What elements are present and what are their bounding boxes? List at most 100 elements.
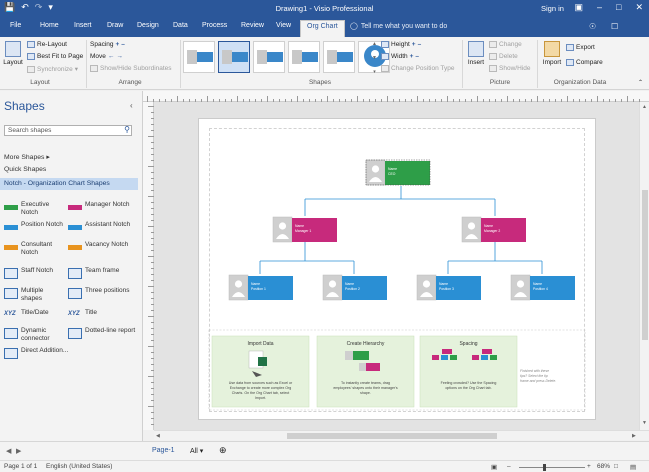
best-fit-button[interactable]: Best Fit to Page (27, 53, 83, 60)
position-node[interactable]: NamePosition 3 (416, 274, 481, 301)
stencil-master[interactable]: Executive Notch (4, 201, 66, 217)
stencil-master[interactable]: Direct Addition... (4, 347, 74, 359)
stencil-master[interactable]: Dotted-line report (68, 327, 138, 339)
fit-page-icon[interactable]: □ (614, 463, 618, 470)
stencil-master[interactable]: XYZ Title (68, 309, 138, 321)
stencil-master[interactable]: Vacancy Notch (68, 241, 138, 253)
gallery-more-icon[interactable]: ▾ (373, 69, 376, 75)
page-tab-all[interactable]: All ▾ (190, 447, 203, 455)
maximize-icon[interactable]: □ (616, 2, 621, 13)
re-layout-button[interactable]: Re-Layout (27, 41, 67, 48)
tab-data[interactable]: Data (173, 22, 188, 29)
insert-picture-button[interactable]: Insert (466, 41, 486, 66)
manager-node[interactable]: NameManager 1 (272, 216, 337, 243)
tell-me-box[interactable]: ◯ Tell me what you want to do (350, 22, 447, 30)
executive-node[interactable]: NameCEO (365, 159, 431, 186)
shape-style-1[interactable] (183, 41, 215, 73)
move-right-icon[interactable]: → (116, 53, 123, 60)
search-shapes-input[interactable]: Search shapes ⚲ (4, 125, 132, 136)
status-language[interactable]: English (United States) (46, 463, 112, 470)
stencil-master[interactable]: Position Notch (4, 221, 66, 233)
zoom-level[interactable]: 68% (597, 463, 610, 470)
gallery-up-icon[interactable]: ▲ (372, 41, 377, 47)
change-position-type-button[interactable]: Change Position Type (381, 65, 454, 72)
spacing-increase-icon[interactable]: + (116, 41, 120, 48)
first-page-icon[interactable]: ◀ (6, 447, 11, 455)
tab-home[interactable]: Home (40, 22, 59, 29)
stencil-master[interactable]: Manager Notch (68, 201, 138, 213)
horizontal-scroll-thumb[interactable] (287, 433, 497, 439)
compare-button[interactable]: Compare (566, 59, 603, 66)
zoom-in-icon[interactable]: + (587, 463, 591, 470)
tab-org-chart[interactable]: Org Chart (300, 20, 345, 37)
vertical-scroll-thumb[interactable] (642, 190, 648, 340)
collapse-pane-icon[interactable]: ‹ (130, 101, 133, 110)
height-decrease-icon[interactable]: – (418, 41, 422, 48)
gallery-scroll[interactable]: ▲ ▼ ▾ (371, 41, 378, 75)
stencil-master[interactable]: Three positions (68, 287, 138, 299)
manager-node[interactable]: NameManager 2 (461, 216, 526, 243)
scroll-right-icon[interactable]: ▶ (632, 433, 636, 439)
stencil-master[interactable]: XYZ Title/Date (4, 309, 66, 321)
stencil-master[interactable]: Multiple shapes (4, 287, 66, 303)
spacing-decrease-icon[interactable]: – (121, 41, 125, 48)
tab-design[interactable]: Design (137, 22, 159, 29)
tab-insert[interactable]: Insert (74, 22, 92, 29)
gallery-down-icon[interactable]: ▼ (372, 55, 377, 61)
width-increase-icon[interactable]: + (410, 53, 414, 60)
shape-style-4[interactable] (288, 41, 320, 73)
zoom-out-icon[interactable]: – (507, 463, 511, 470)
export-button[interactable]: Export (566, 44, 595, 51)
delete-picture-button[interactable]: Delete (489, 53, 518, 60)
stencil-master[interactable]: Dynamic connector (4, 327, 66, 343)
zoom-slider[interactable] (519, 467, 585, 468)
vertical-scrollbar[interactable]: ▲ ▼ (639, 102, 649, 430)
move-left-icon[interactable]: ← (108, 53, 115, 60)
tab-review[interactable]: Review (241, 22, 264, 29)
quick-shapes-link[interactable]: Quick Shapes (4, 166, 46, 173)
stencil-org-chart[interactable]: Notch - Organization Chart Shapes (0, 178, 138, 190)
add-page-icon[interactable]: ⊕ (219, 445, 227, 456)
scroll-left-icon[interactable]: ◀ (156, 433, 160, 439)
tab-file[interactable]: File (10, 22, 21, 29)
horizontal-scrollbar[interactable]: ◀ ▶ (154, 430, 649, 440)
comments-icon[interactable]: ☐ (611, 22, 618, 31)
show-hide-picture-button[interactable]: Show/Hide (489, 65, 530, 72)
change-picture-button[interactable]: Change (489, 41, 522, 48)
scroll-down-icon[interactable]: ▼ (642, 420, 647, 426)
shape-style-3[interactable] (253, 41, 285, 73)
sign-in-link[interactable]: Sign in (541, 4, 564, 13)
more-shapes-link[interactable]: More Shapes ▸ (4, 153, 50, 161)
status-page[interactable]: Page 1 of 1 (4, 463, 37, 470)
collapse-ribbon-icon[interactable]: ⌃ (638, 79, 643, 86)
shape-style-5[interactable] (323, 41, 355, 73)
import-button[interactable]: Import (541, 41, 563, 66)
tab-draw[interactable]: Draw (107, 22, 123, 29)
position-node[interactable]: NamePosition 2 (322, 274, 387, 301)
minimize-icon[interactable]: – (597, 2, 602, 13)
share-icon[interactable]: ☉ (589, 22, 596, 31)
height-increase-icon[interactable]: + (412, 41, 416, 48)
search-icon[interactable]: ⚲ (124, 125, 130, 134)
drawing-page[interactable]: Name CEO Name Manager 1 Name Manager 2 Name Pos… (198, 118, 596, 420)
width-decrease-icon[interactable]: – (415, 53, 419, 60)
stencil-master[interactable]: Team frame (68, 267, 138, 279)
show-hide-subordinates-button[interactable]: Show/Hide Subordinates (90, 65, 172, 72)
zoom-slider-thumb[interactable] (543, 464, 546, 471)
last-page-icon[interactable]: ▶ (16, 447, 21, 455)
close-icon[interactable]: ✕ (635, 2, 643, 13)
position-node[interactable]: NamePosition 4 (510, 274, 575, 301)
drawing-canvas[interactable]: Name CEO Name Manager 1 Name Manager 2 Name Pos… (154, 102, 639, 430)
stencil-master[interactable]: Staff Notch (4, 267, 66, 279)
layout-button[interactable]: Layout (2, 41, 24, 66)
scroll-up-icon[interactable]: ▲ (642, 104, 647, 110)
page-tab-page-1[interactable]: Page-1 (152, 447, 175, 454)
tab-view[interactable]: View (276, 22, 291, 29)
position-node[interactable]: NamePosition 1 (228, 274, 293, 301)
switch-windows-icon[interactable]: ▤ (630, 463, 636, 471)
page-view-icon[interactable]: ▣ (491, 463, 497, 471)
tab-process[interactable]: Process (202, 22, 227, 29)
synchronize-button[interactable]: Synchronize ▾ (27, 65, 78, 73)
stencil-master[interactable]: Consultant Notch (4, 241, 66, 257)
ribbon-display-icon[interactable]: ▣ (574, 2, 583, 13)
